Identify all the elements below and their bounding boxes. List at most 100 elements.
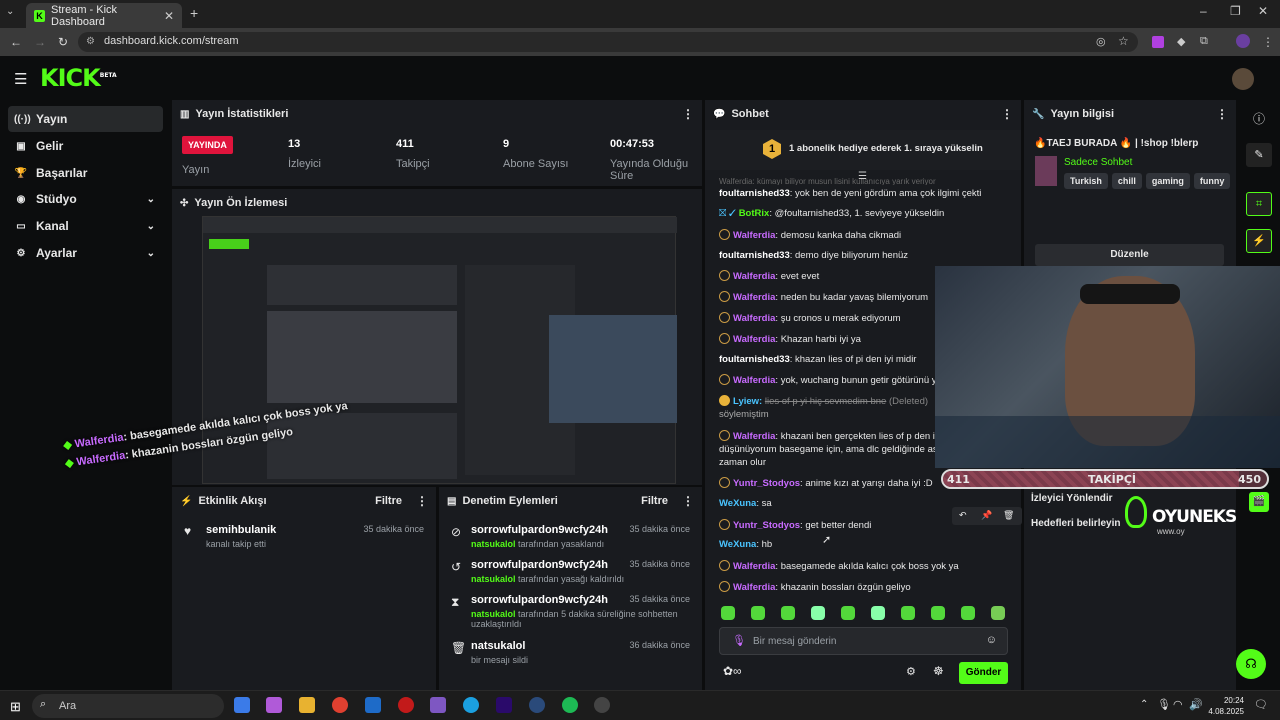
- tag[interactable]: chill: [1111, 173, 1142, 189]
- premiere-icon[interactable]: [496, 697, 512, 713]
- close-tab-icon[interactable]: ✕: [164, 9, 174, 23]
- more-icon[interactable]: ⋮: [1001, 107, 1013, 121]
- stream-category[interactable]: Sadece Sohbet: [1064, 157, 1132, 168]
- microphone-tray-icon[interactable]: 🎙: [1157, 698, 1171, 711]
- emote-icon[interactable]: [991, 606, 1005, 620]
- mod-tools-icon[interactable]: ☸: [933, 664, 944, 678]
- close-window-icon[interactable]: ✕: [1258, 4, 1268, 18]
- reload-icon[interactable]: ↻: [58, 35, 68, 49]
- chat-username[interactable]: Lyiew:: [733, 396, 765, 407]
- bookmark-star-icon[interactable]: ☆: [1118, 34, 1129, 48]
- volume-icon[interactable]: 🔊: [1189, 698, 1203, 711]
- goals-link[interactable]: Hedefleri belirleyin: [1031, 518, 1120, 529]
- microphone-icon[interactable]: 🎙: [732, 634, 746, 647]
- clapper-icon[interactable]: 🎬: [1249, 492, 1269, 512]
- obs-icon[interactable]: [594, 697, 610, 713]
- chat-username[interactable]: foultarnished33: [719, 354, 790, 365]
- chat-username[interactable]: Walferdia: [733, 292, 775, 303]
- windows-start-icon[interactable]: ⊞: [10, 699, 21, 715]
- category-thumbnail[interactable]: [1035, 156, 1057, 186]
- more-icon[interactable]: ⋮: [682, 494, 694, 508]
- chrome-icon[interactable]: [332, 697, 348, 713]
- sidebar-item-studyo[interactable]: ◉ Stüdyo ⌄: [8, 186, 163, 212]
- tray-chevron-icon[interactable]: ⌃: [1140, 699, 1148, 710]
- emote-icon[interactable]: [961, 606, 975, 620]
- opera-icon[interactable]: [398, 697, 414, 713]
- activity-filter-button[interactable]: Filtre: [375, 495, 402, 507]
- user-avatar[interactable]: [1232, 68, 1254, 90]
- emote-icon[interactable]: [871, 606, 885, 620]
- emoji-icon[interactable]: ☺: [986, 634, 997, 646]
- moderation-filter-button[interactable]: Filtre: [641, 495, 668, 507]
- moderator-name[interactable]: natsukalol: [471, 539, 516, 549]
- emote-icon[interactable]: [841, 606, 855, 620]
- new-tab-icon[interactable]: +: [190, 5, 198, 21]
- scroll-indicator-icon[interactable]: ☰: [858, 171, 867, 182]
- browser-menu-icon[interactable]: ⋮: [1262, 35, 1274, 49]
- taskbar-search[interactable]: ⌕ Ara: [32, 694, 224, 718]
- more-icon[interactable]: ⋮: [682, 107, 694, 121]
- chat-input-field[interactable]: 🎙 Bir mesaj gönderin ☺: [719, 627, 1008, 655]
- clip-icon[interactable]: ⌗: [1246, 192, 1272, 216]
- tab-list-icon[interactable]: ⌄: [6, 6, 14, 17]
- extension2-icon[interactable]: ◆: [1177, 35, 1185, 48]
- emote-icon[interactable]: [811, 606, 825, 620]
- sidebar-item-ayarlar[interactable]: ⚙ Ayarlar ⌄: [8, 240, 163, 266]
- tag[interactable]: gaming: [1145, 173, 1190, 189]
- emote-icon[interactable]: [751, 606, 765, 620]
- file-explorer-icon[interactable]: [299, 697, 315, 713]
- edge-icon[interactable]: [463, 697, 479, 713]
- chat-username[interactable]: Walferdia: [733, 230, 775, 241]
- maximize-icon[interactable]: ❐: [1230, 4, 1241, 18]
- moderator-name[interactable]: natsukalol: [471, 574, 516, 584]
- clock[interactable]: 20:24 4.08.2025: [1204, 695, 1244, 717]
- emote-icon[interactable]: [931, 606, 945, 620]
- moderator-name[interactable]: natsukalol: [471, 609, 516, 619]
- stream-preview[interactable]: [202, 216, 677, 484]
- edit-button[interactable]: Düzenle: [1035, 244, 1224, 266]
- support-headset-icon[interactable]: ☊: [1236, 649, 1266, 679]
- chat-username[interactable]: WeXuna: [719, 498, 756, 509]
- sidebar-item-yayin[interactable]: ((·)) Yayın: [8, 106, 163, 132]
- chat-username[interactable]: BotRix: [739, 208, 770, 219]
- chat-username[interactable]: Walferdia: [733, 431, 775, 442]
- notification-icon[interactable]: 🗨: [1254, 698, 1268, 711]
- emote-icon[interactable]: [901, 606, 915, 620]
- info-icon[interactable]: ⓘ: [1253, 110, 1265, 127]
- tag[interactable]: Turkish: [1064, 173, 1108, 189]
- chat-username[interactable]: Walferdia: [733, 271, 775, 282]
- lightning-icon[interactable]: ⚡: [1246, 229, 1272, 253]
- raid-link[interactable]: İzleyici Yönlendir: [1031, 493, 1113, 504]
- settings-icon[interactable]: ⚙: [906, 665, 916, 678]
- chat-username[interactable]: Walferdia: [733, 334, 775, 345]
- profile-avatar[interactable]: [1236, 34, 1250, 48]
- chat-username[interactable]: Walferdia: [733, 561, 775, 572]
- chat-username[interactable]: foultarnished33: [719, 250, 790, 261]
- task-view-icon[interactable]: [234, 697, 250, 713]
- outlook-icon[interactable]: [365, 697, 381, 713]
- browser-tab[interactable]: K Stream - Kick Dashboard ✕: [26, 3, 182, 28]
- delete-icon[interactable]: 🗑: [1003, 510, 1014, 521]
- pin-icon[interactable]: 📌: [981, 510, 992, 521]
- copilot-icon[interactable]: [266, 697, 282, 713]
- chat-username[interactable]: foultarnished33: [719, 188, 790, 199]
- app-icon[interactable]: [430, 697, 446, 713]
- sidebar-item-kanal[interactable]: ▭ Kanal ⌄: [8, 213, 163, 239]
- chat-username[interactable]: Walferdia: [733, 582, 775, 593]
- chat-username[interactable]: Yuntr_Stodyos: [733, 520, 800, 531]
- extensions-icon[interactable]: ⧉: [1200, 35, 1208, 48]
- hamburger-menu-icon[interactable]: ☰: [14, 70, 27, 88]
- address-bar[interactable]: dashboard.kick.com/stream: [78, 32, 1138, 52]
- edit-pen-icon[interactable]: ✎: [1246, 143, 1272, 167]
- extension-icon[interactable]: [1152, 36, 1164, 48]
- chat-username[interactable]: Walferdia: [733, 375, 775, 386]
- chat-username[interactable]: Yuntr_Stodyos: [733, 478, 800, 489]
- steam-icon[interactable]: [529, 697, 545, 713]
- back-icon[interactable]: ←: [10, 35, 22, 49]
- sidebar-item-gelir[interactable]: ▣ Gelir: [8, 133, 163, 159]
- site-info-icon[interactable]: ⚙: [86, 36, 95, 47]
- kick-logo[interactable]: KICKBETA: [40, 64, 117, 92]
- eye-off-icon[interactable]: ◎: [1096, 35, 1106, 48]
- wifi-icon[interactable]: ◠: [1173, 698, 1183, 711]
- minimize-icon[interactable]: –: [1200, 4, 1207, 18]
